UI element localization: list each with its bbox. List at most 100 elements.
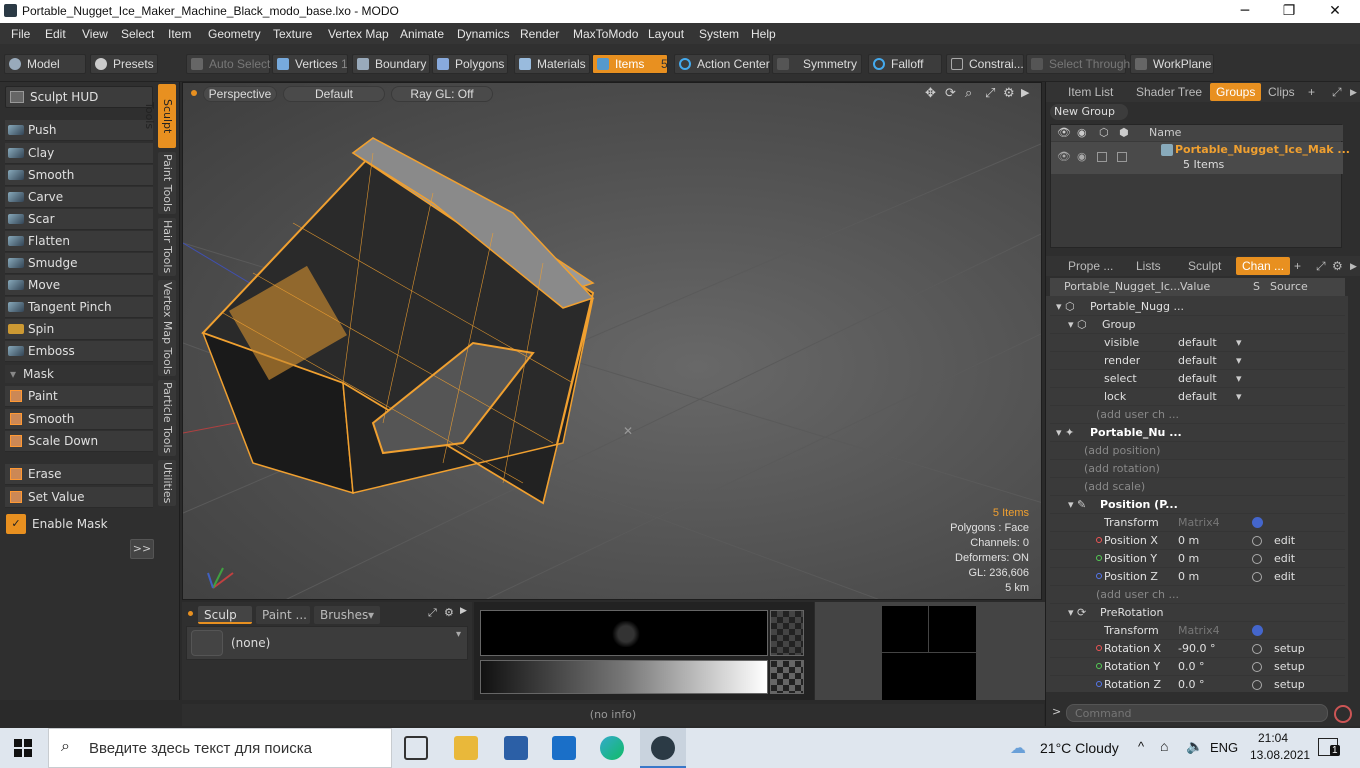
file-explorer-icon[interactable] xyxy=(454,736,478,760)
menu-texture[interactable]: Texture xyxy=(273,27,312,41)
auto-select-button[interactable]: Auto Select xyxy=(186,54,270,74)
visibility-toggle-icon[interactable]: 👁 xyxy=(1057,150,1071,163)
minimize-button[interactable]: ─ xyxy=(1222,0,1268,23)
channel-row[interactable]: render default ▾ xyxy=(1050,352,1345,370)
polygons-button[interactable]: Polygons xyxy=(432,54,508,74)
tab-properties[interactable]: Prope ... xyxy=(1068,257,1113,275)
mask-tool-set-value[interactable]: Set Value xyxy=(5,487,153,508)
tab-particle-tools[interactable]: Particle Tools xyxy=(158,380,176,456)
vertices-button[interactable]: Vertices 1 xyxy=(272,54,348,74)
tool-carve[interactable]: Carve xyxy=(5,187,153,208)
tab-shader-tree[interactable]: Shader Tree xyxy=(1136,83,1202,101)
preview-image[interactable] xyxy=(882,606,976,700)
gradient-alpha-preview[interactable] xyxy=(770,660,804,694)
select-through-button[interactable]: Select Through xyxy=(1026,54,1130,74)
menu-view[interactable]: View xyxy=(82,27,108,41)
menu-system[interactable]: System xyxy=(699,27,739,41)
menu-help[interactable]: Help xyxy=(751,27,776,41)
gradient-strip[interactable] xyxy=(480,660,768,694)
tray-expand-icon[interactable]: ^ xyxy=(1138,739,1144,754)
rotate-view-icon[interactable]: ⟳ xyxy=(945,86,956,101)
language-indicator[interactable]: ENG xyxy=(1210,740,1238,755)
modo-taskbar-button[interactable] xyxy=(640,728,686,768)
tool-scar[interactable]: Scar xyxy=(5,209,153,230)
new-group-button[interactable]: New Group xyxy=(1050,104,1128,120)
tool-clay[interactable]: Clay xyxy=(5,143,153,164)
falloff-button[interactable]: Falloff xyxy=(868,54,942,74)
constraints-button[interactable]: Constrai... xyxy=(946,54,1024,74)
menu-vertex-map[interactable]: Vertex Map xyxy=(328,27,389,41)
tab-sculpt-tools[interactable]: Sculpt Tools xyxy=(143,84,176,148)
menu-geometry[interactable]: Geometry xyxy=(208,27,261,41)
action-center-button[interactable]: Action Center xyxy=(674,54,770,74)
expand-panel-icon[interactable]: ⤢ xyxy=(1332,83,1342,101)
channel-row[interactable]: ▾ ⬡ Group xyxy=(1050,316,1345,334)
channel-row[interactable]: lock default ▾ xyxy=(1050,388,1345,406)
menu-maxtomodo[interactable]: MaxToModo xyxy=(573,27,638,41)
menu-edit[interactable]: Edit xyxy=(45,27,66,41)
shading-dropdown[interactable]: Default xyxy=(283,86,385,102)
tool-tangent-pinch[interactable]: Tangent Pinch xyxy=(5,297,153,318)
3d-viewport[interactable]: ✕ Perspective Default Ray GL: Off ✥ ⟳ ⌕ … xyxy=(182,82,1042,600)
channel-row[interactable]: Rotation X -90.0 ° setup xyxy=(1050,640,1345,658)
tab-sculpt-brush[interactable]: Sculp ... xyxy=(198,606,252,640)
panel-settings-icon[interactable]: ⚙ xyxy=(444,606,454,619)
menu-file[interactable]: File xyxy=(11,27,30,41)
channels-settings-icon[interactable]: ⚙ xyxy=(1332,257,1343,275)
move-view-icon[interactable]: ✥ xyxy=(925,86,936,101)
clock-time[interactable]: 21:04 xyxy=(1258,731,1288,745)
enable-mask-checkbox[interactable]: ✓ xyxy=(6,514,26,534)
add-tab-icon[interactable]: + xyxy=(1308,83,1315,101)
items-button[interactable]: Items 5 xyxy=(592,54,668,74)
materials-button[interactable]: Materials xyxy=(514,54,590,74)
mask-header[interactable]: ▾ Mask xyxy=(5,365,153,383)
taskbar-search[interactable]: ⌕ Введите здесь текст для поиска xyxy=(48,728,392,768)
lock-toggle[interactable] xyxy=(1097,152,1107,162)
channel-row[interactable]: Position Z0 m edit xyxy=(1050,568,1345,586)
channel-row[interactable]: Position X0 m edit xyxy=(1050,532,1345,550)
channel-row[interactable]: Rotation Y 0.0 ° setup xyxy=(1050,658,1345,676)
clock-date[interactable]: 13.08.2021 xyxy=(1250,748,1310,762)
menu-select[interactable]: Select xyxy=(121,27,154,41)
store-icon[interactable] xyxy=(504,736,528,760)
channel-row[interactable]: visible default ▾ xyxy=(1050,334,1345,352)
texture-strip-black[interactable] xyxy=(480,610,768,656)
expand-button[interactable]: >> xyxy=(130,539,154,559)
panel-menu-icon[interactable]: ▶ xyxy=(460,606,467,616)
close-button[interactable]: ✕ xyxy=(1312,0,1358,23)
workplane-button[interactable]: WorkPlane xyxy=(1130,54,1214,74)
texture-alpha-preview[interactable] xyxy=(770,610,804,656)
mask-tool-erase[interactable]: Erase xyxy=(5,464,153,485)
tab-hair-tools[interactable]: Hair Tools xyxy=(158,218,176,276)
tab-lists[interactable]: Lists xyxy=(1136,257,1161,275)
start-button[interactable] xyxy=(14,739,32,757)
tool-move[interactable]: Move xyxy=(5,275,153,296)
tab-vertex-map-tools[interactable]: Vertex Map Tools xyxy=(158,280,176,376)
network-icon[interactable]: ⌂ xyxy=(1160,738,1168,754)
channel-row[interactable]: (add scale) xyxy=(1050,478,1345,496)
mask-tool-scale-down[interactable]: Scale Down xyxy=(5,431,153,452)
command-input[interactable] xyxy=(1066,704,1328,722)
tab-channels[interactable]: Chan ... xyxy=(1236,257,1291,275)
menu-item[interactable]: Item xyxy=(168,27,191,41)
channel-row[interactable]: (add rotation) xyxy=(1050,460,1345,478)
viewport-menu-arrow-icon[interactable]: ▶ xyxy=(1021,86,1029,99)
viewport-settings-icon[interactable]: ⚙ xyxy=(1003,86,1015,101)
tab-groups[interactable]: Groups xyxy=(1210,83,1262,101)
weather-text[interactable]: 21°C Cloudy xyxy=(1040,740,1119,756)
tool-push[interactable]: Push xyxy=(5,120,153,141)
tool-spin[interactable]: Spin xyxy=(5,319,153,340)
select-toggle[interactable] xyxy=(1117,152,1127,162)
channel-row[interactable]: (add position) xyxy=(1050,442,1345,460)
render-toggle-icon[interactable]: ◉ xyxy=(1077,150,1087,163)
mask-tool-paint[interactable]: Paint xyxy=(5,386,153,407)
mail-icon[interactable] xyxy=(552,736,576,760)
channel-row[interactable]: select default ▾ xyxy=(1050,370,1345,388)
maximize-button[interactable]: ❐ xyxy=(1266,0,1312,23)
boundary-button[interactable]: Boundary xyxy=(352,54,430,74)
menu-render[interactable]: Render xyxy=(520,27,559,41)
channel-row[interactable]: ▾ ✎ Position (P... xyxy=(1050,496,1345,514)
tab-item-list[interactable]: Item List xyxy=(1068,83,1113,101)
tab-utilities[interactable]: Utilities xyxy=(158,460,176,506)
notifications-icon[interactable]: 1 xyxy=(1318,738,1340,756)
